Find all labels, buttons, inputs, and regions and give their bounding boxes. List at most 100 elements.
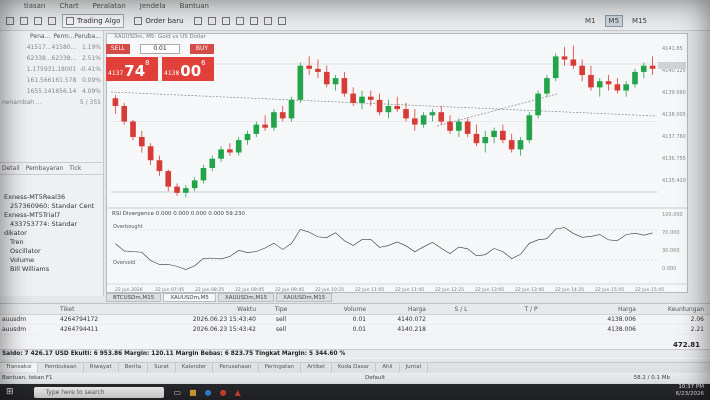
status-traffic: 58.2 / 0.1 Mb	[633, 375, 670, 381]
candle-body	[279, 112, 286, 119]
trend-line	[110, 91, 658, 117]
explorer-icon[interactable]: ■	[189, 388, 197, 397]
timeframe-m1[interactable]: M1	[582, 16, 599, 26]
price-axis-label: 4141.85	[662, 46, 683, 52]
terminal-tab[interactable]: Kalender	[176, 363, 214, 372]
position-row[interactable]: auusdm 4264794172 2026.06.23 15:43:40 sell 0…	[0, 315, 710, 325]
chart-tool-icon[interactable]	[277, 16, 286, 25]
column-header[interactable]: Harga	[366, 306, 426, 313]
candle-body	[183, 188, 189, 193]
terminal-tab[interactable]: Berita	[119, 363, 149, 372]
terminal-tab[interactable]: Transaksi	[0, 363, 39, 372]
menu-item[interactable]: Peralatan	[93, 2, 126, 10]
navigator-item[interactable]: Volume	[0, 256, 103, 265]
candle-body	[156, 160, 163, 172]
timeframe-m5[interactable]: M5	[604, 14, 624, 27]
chart-tab[interactable]: XAUUSDm,M15	[217, 293, 275, 302]
column-header[interactable]: Volume	[306, 306, 366, 313]
watchlist-cell: 2.51%	[81, 55, 101, 62]
chart-tool-icon[interactable]	[193, 16, 202, 25]
terminal-tab[interactable]: Surat	[148, 363, 176, 372]
chart-tool-icon[interactable]	[207, 16, 216, 25]
algo-trading-button[interactable]: Trading Algo	[62, 13, 125, 28]
menu-item[interactable]: tiasan	[24, 2, 45, 10]
candle-body	[174, 186, 180, 193]
zoom-icon[interactable]	[48, 16, 56, 25]
menu-item[interactable]: Chart	[59, 2, 78, 10]
navigator-item[interactable]: Oscillator	[0, 247, 103, 256]
menu-item[interactable]: Bantuan	[180, 2, 209, 10]
terminal-tab[interactable]: Ahli	[376, 363, 400, 372]
balance-line: Saldo: 7 426.17 USD Ekuiti: 6 953.86 Mar…	[0, 349, 710, 358]
navigator-item[interactable]: Tren	[0, 238, 103, 247]
terminal-tab[interactable]: Jurnal	[400, 363, 429, 372]
navigator-item[interactable]: 257360960: Standar Cent	[0, 202, 103, 211]
chart-tool-icon[interactable]	[221, 16, 230, 25]
chart-tab[interactable]: BTCUSDm,M15	[106, 293, 162, 302]
price-axis-label: 4137.760	[662, 134, 686, 140]
profiles-icon[interactable]	[20, 16, 28, 25]
sell-button[interactable]: SELL	[106, 44, 130, 54]
column-header[interactable]: Keuntungan	[636, 306, 710, 313]
candle-body	[191, 180, 198, 189]
column-header[interactable]: Harga	[566, 306, 636, 313]
status-help: Bantuan, tekan F1	[2, 375, 53, 381]
sell-price[interactable]: 4137 74 8	[106, 57, 158, 81]
candle-body	[271, 112, 277, 128]
tab-detail[interactable]: Detail	[2, 165, 20, 172]
watchlist-cell: 4.09%	[81, 88, 101, 95]
chart-tool-icon[interactable]	[263, 16, 272, 25]
navigator-item[interactable]: Bill Williams	[0, 265, 103, 274]
tab-pembayaran[interactable]: Pembayaran	[26, 165, 64, 172]
crosshair-icon[interactable]	[34, 16, 42, 25]
metatrader-icon[interactable]: ▲	[235, 388, 241, 397]
navigator-item[interactable]: 433753774: Standar	[0, 220, 103, 229]
navigator-item[interactable]: Exness-MT5Real36	[0, 193, 103, 202]
edge-icon[interactable]: ●	[205, 388, 212, 397]
menu-item[interactable]: Jendela	[140, 2, 166, 10]
terminal-tab[interactable]: Riwayat	[84, 363, 119, 372]
buy-button[interactable]: BUY	[190, 44, 214, 54]
tab-tick[interactable]: Tick	[69, 165, 81, 172]
clock-time[interactable]: 10:37 PM	[676, 384, 704, 391]
timeframe-m15[interactable]: M15	[629, 16, 650, 26]
lot-input[interactable]: 0.01	[140, 44, 180, 54]
taskview-icon[interactable]: ▭	[174, 388, 182, 397]
taskbar-search[interactable]: Type here to search	[33, 386, 164, 398]
watchlist-header: Pena... Perm... Peruba...	[0, 31, 103, 42]
candle-body	[429, 112, 436, 116]
buy-price[interactable]: 4138 00 6	[162, 57, 214, 81]
candle-body	[394, 106, 401, 110]
new-order-button[interactable]: Order baru	[130, 14, 187, 28]
candle-body	[376, 99, 383, 113]
watchlist-row[interactable]: 62338... 62338... 2.51%	[0, 53, 103, 64]
terminal-tab[interactable]: Perusahaan	[213, 363, 259, 372]
windows-start-icon[interactable]: ⊞	[6, 387, 14, 397]
chart-tab[interactable]: XAUUSDm,M15	[276, 293, 333, 302]
column-header[interactable]: Waktu	[146, 306, 256, 313]
terminal-tab[interactable]: Peringatan	[259, 363, 302, 372]
watchlist-row[interactable]: 41517... 41580... 1.19%	[0, 42, 103, 53]
column-header[interactable]: S / L	[426, 306, 496, 313]
chart-tool-icon[interactable]	[249, 16, 258, 25]
watchlist-row[interactable]: 1.17593 1.18001 -0.41%	[0, 64, 103, 75]
chart-tool-icon[interactable]	[235, 16, 244, 25]
app-icon[interactable]: ●	[220, 388, 227, 397]
candle-body	[412, 118, 418, 125]
navigator-item[interactable]: dikator	[0, 229, 103, 238]
navigator-item[interactable]: Exness-MT5Trial7	[0, 211, 103, 220]
column-header[interactable]: T / P	[496, 306, 566, 313]
new-chart-icon[interactable]	[6, 16, 14, 25]
column-header[interactable]: Tipe	[256, 306, 306, 313]
column-header[interactable]: Tiket	[60, 306, 146, 313]
position-row[interactable]: auusdm 4264794411 2026.06.23 15:43:42 sell 0…	[0, 325, 710, 335]
clock-date[interactable]: 6/23/2026	[676, 391, 704, 398]
watchlist-row[interactable]: 161.566 161.578 0.09%	[0, 75, 103, 86]
terminal-tab[interactable]: Pembukaan	[38, 363, 84, 372]
add-symbol-link[interactable]: nenambah ...	[2, 99, 52, 106]
terminal-tab[interactable]: Artikel	[301, 363, 332, 372]
watchlist-cell: 0.09%	[81, 77, 101, 84]
terminal-tab[interactable]: Koda Dasar	[332, 363, 377, 372]
watchlist-row[interactable]: 1655.14 1656.14 4.09%	[0, 86, 103, 97]
chart-tab[interactable]: XAUUSDm,M5	[163, 293, 216, 302]
